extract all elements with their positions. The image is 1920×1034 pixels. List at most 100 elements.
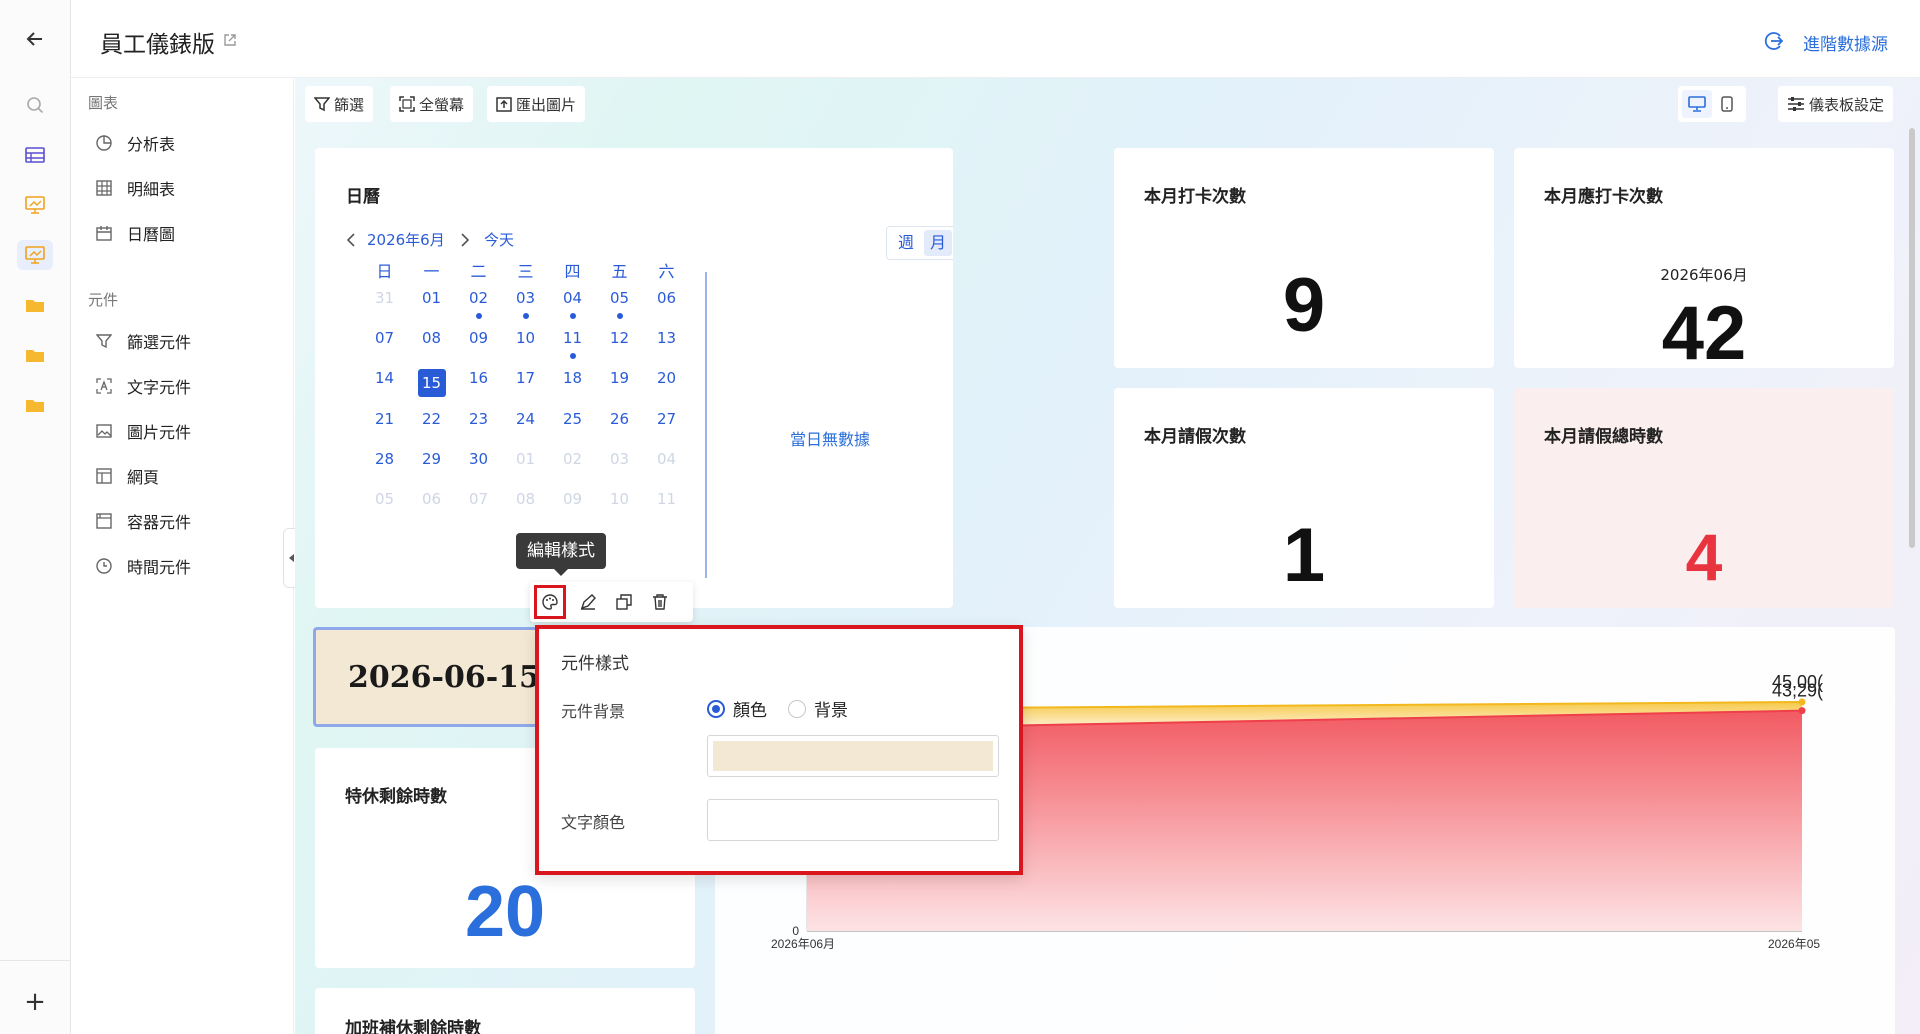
sidebar-item-analysis[interactable]: 分析表 — [95, 128, 175, 158]
calendar-day[interactable]: 11 — [643, 490, 690, 508]
calendar-day[interactable]: 03 — [502, 289, 549, 319]
desktop-view-icon[interactable] — [1682, 90, 1712, 118]
calendar-day[interactable]: 02 — [549, 450, 596, 468]
sidebar-item-detail-table[interactable]: 明細表 — [95, 173, 175, 203]
calendar-day[interactable]: 15 — [408, 369, 455, 397]
event-dot — [616, 313, 623, 319]
filter-button[interactable]: 篩選 — [305, 86, 374, 122]
dashboard-active-icon[interactable] — [17, 240, 53, 270]
back-arrow-icon[interactable] — [20, 24, 50, 54]
text-color-picker[interactable] — [707, 799, 999, 841]
kpi-title: 本月應打卡次數 — [1544, 187, 1663, 207]
sidebar-item-container[interactable]: 容器元件 — [95, 506, 191, 536]
dashboard-settings-button[interactable]: 儀表板設定 — [1778, 86, 1894, 122]
fullscreen-button[interactable]: 全螢幕 — [390, 86, 474, 122]
calendar-day[interactable]: 06 — [408, 490, 455, 508]
calendar-day[interactable]: 06 — [643, 289, 690, 307]
calendar-day[interactable]: 30 — [455, 450, 502, 468]
next-month-icon[interactable] — [460, 232, 470, 251]
calendar-day[interactable]: 09 — [455, 329, 502, 347]
calendar-day-number: 31 — [374, 289, 395, 307]
calendar-day[interactable]: 24 — [502, 410, 549, 428]
calendar-day[interactable]: 07 — [361, 329, 408, 347]
kpi-title: 本月打卡次數 — [1144, 187, 1246, 207]
folder-icon[interactable] — [20, 390, 50, 420]
sidebar-item-image[interactable]: 圖片元件 — [95, 416, 191, 446]
edit-icon[interactable] — [574, 587, 602, 617]
calendar-day[interactable]: 17 — [502, 369, 549, 397]
calendar-day[interactable]: 04 — [549, 289, 596, 319]
calendar-day[interactable]: 29 — [408, 450, 455, 468]
calendar-day-number: 17 — [515, 369, 536, 387]
calendar-day[interactable]: 28 — [361, 450, 408, 468]
calendar-day[interactable]: 04 — [643, 450, 690, 468]
canvas-scrollbar[interactable] — [1909, 128, 1915, 548]
prev-month-icon[interactable] — [346, 232, 356, 251]
sidebar-item-time[interactable]: 時間元件 — [95, 551, 191, 581]
calendar-day[interactable]: 12 — [596, 329, 643, 347]
calendar-day[interactable]: 03 — [596, 450, 643, 468]
radio-color[interactable]: 顏色 — [707, 696, 767, 721]
export-button-label: 匯出圖片 — [516, 95, 577, 114]
calendar-day[interactable]: 08 — [408, 329, 455, 347]
calendar-day[interactable]: 01 — [408, 289, 455, 307]
calendar-day[interactable]: 18 — [549, 369, 596, 397]
calendar-day[interactable]: 19 — [596, 369, 643, 397]
calendar-day[interactable]: 22 — [408, 410, 455, 428]
palette-icon[interactable] — [534, 585, 566, 619]
table-icon[interactable] — [20, 140, 50, 170]
folder-icon[interactable] — [20, 340, 50, 370]
calendar-day-number: 28 — [374, 450, 395, 468]
sidebar-item-filter[interactable]: 篩選元件 — [95, 326, 191, 356]
calendar-day-number: 22 — [421, 410, 442, 428]
today-link[interactable]: 今天 — [484, 229, 514, 250]
calendar-day[interactable]: 11 — [549, 329, 596, 359]
calendar-day[interactable]: 09 — [549, 490, 596, 508]
background-color-picker[interactable] — [707, 735, 999, 777]
calendar-day[interactable]: 14 — [361, 369, 408, 397]
calendar-day[interactable]: 08 — [502, 490, 549, 508]
sidebar-item-text[interactable]: 文字元件 — [95, 371, 191, 401]
calendar-day[interactable]: 26 — [596, 410, 643, 428]
trash-icon[interactable] — [646, 587, 674, 617]
calendar-day[interactable]: 05 — [361, 490, 408, 508]
calendar-day[interactable]: 07 — [455, 490, 502, 508]
calendar-day[interactable]: 27 — [643, 410, 690, 428]
calendar-day[interactable]: 20 — [643, 369, 690, 397]
sidebar-item-webpage[interactable]: 網頁 — [95, 461, 159, 491]
kpi-title: 本月請假次數 — [1144, 427, 1246, 447]
calendar-day[interactable]: 31 — [361, 289, 408, 307]
copy-icon[interactable] — [610, 587, 638, 617]
data-source-icon[interactable] — [1763, 30, 1785, 56]
sidebar-item-label: 篩選元件 — [127, 333, 192, 352]
calendar-day[interactable]: 21 — [361, 410, 408, 428]
calendar-day[interactable]: 13 — [643, 329, 690, 347]
calendar-day-number: 18 — [562, 369, 583, 387]
caret-left-icon — [289, 554, 294, 562]
calendar-day[interactable]: 23 — [455, 410, 502, 428]
calendar-day-number: 27 — [656, 410, 677, 428]
calendar-day[interactable]: 10 — [596, 490, 643, 508]
search-icon[interactable] — [20, 90, 50, 120]
sidebar-item-calendar-chart[interactable]: 日曆圖 — [95, 218, 175, 248]
event-dot — [522, 313, 529, 319]
calendar-day[interactable]: 10 — [502, 329, 549, 347]
month-view-button[interactable]: 月 — [924, 230, 952, 256]
kpi-value: 1 — [1282, 513, 1326, 598]
add-icon[interactable]: + — [20, 987, 50, 1017]
kpi-title: 本月請假總時數 — [1544, 427, 1663, 447]
calendar-day[interactable]: 01 — [502, 450, 549, 468]
dashboard-icon[interactable] — [20, 190, 50, 220]
advanced-data-source-link[interactable]: 進階數據源 — [1803, 30, 1888, 55]
calendar-day[interactable]: 05 — [596, 289, 643, 319]
export-image-button[interactable]: 匯出圖片 — [487, 86, 586, 122]
calendar-day[interactable]: 02 — [455, 289, 502, 319]
calendar-day[interactable]: 16 — [455, 369, 502, 397]
page-header: 員工儀錶版 進階數據源 — [71, 0, 1920, 78]
calendar-day[interactable]: 25 — [549, 410, 596, 428]
radio-background[interactable]: 背景 — [788, 696, 848, 721]
mobile-view-icon[interactable] — [1712, 90, 1742, 118]
folder-icon[interactable] — [20, 290, 50, 320]
external-link-icon[interactable] — [223, 32, 237, 51]
week-view-button[interactable]: 週 — [892, 230, 920, 256]
